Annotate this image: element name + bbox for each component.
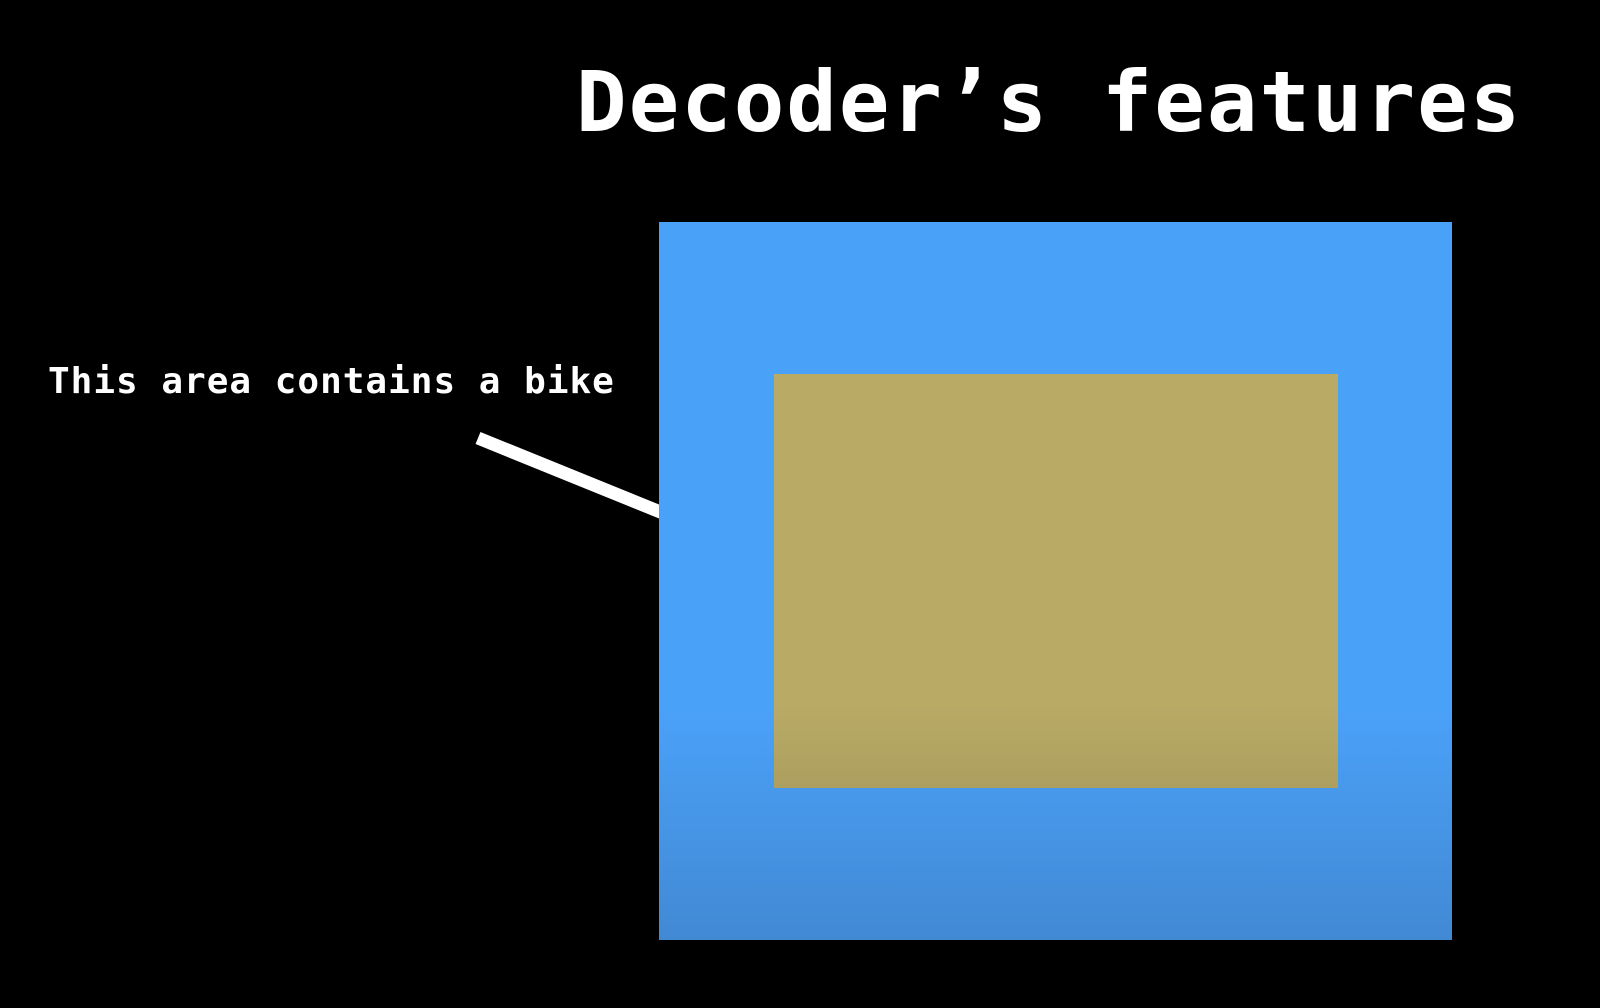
slide-title: Decoder’s features: [576, 53, 1523, 151]
bike-annotation-label: This area contains a bike: [48, 361, 615, 402]
bike-region: [774, 374, 1338, 788]
